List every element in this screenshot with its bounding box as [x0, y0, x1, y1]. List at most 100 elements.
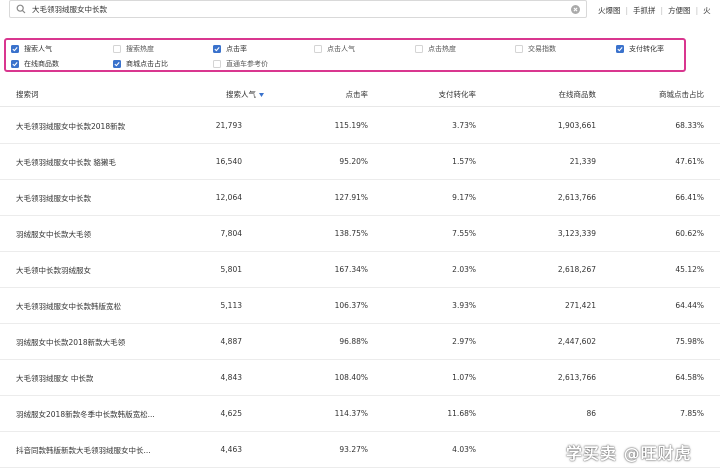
filter-label: 商城点击占比: [126, 60, 168, 68]
divider: |: [695, 5, 699, 15]
filter-click-rate[interactable]: 点击率: [213, 44, 247, 54]
cell-online-items: 86: [586, 409, 596, 418]
cell-keyword: 羽绒服女中长款2018新款大毛领: [16, 338, 126, 347]
cell-search-popularity: 4,625: [220, 409, 242, 418]
table-row[interactable]: 羽绒服女中长款大毛领 7,804 138.75% 7.55% 3,123,339…: [0, 215, 720, 252]
filter-label: 点击率: [226, 45, 247, 53]
checkbox-icon: [11, 45, 19, 53]
cell-keyword: 大毛领羽绒服女中长款韩版宽松: [16, 302, 121, 311]
cell-online-items: 2,618,267: [557, 265, 596, 274]
cell-search-popularity: 12,064: [215, 193, 242, 202]
checkbox-icon: [616, 45, 624, 53]
divider: |: [660, 5, 664, 15]
filter-search-popularity[interactable]: 搜索人气: [11, 44, 52, 54]
cell-mall-click-share: 7.85%: [680, 409, 704, 418]
column-header-keyword: 搜索词: [16, 90, 39, 99]
table-row[interactable]: 大毛领羽绒服女中长款韩版宽松 5,113 106.37% 3.93% 271,4…: [0, 287, 720, 324]
cell-click-rate: 114.37%: [334, 409, 368, 418]
metric-filter-panel: 搜索人气 搜索热度 点击率 点击人气 点击热度 交易指数 支付转化率 在线商品数…: [4, 38, 686, 72]
column-header-label: 搜索人气: [226, 90, 256, 99]
cell-keyword: 大毛领羽绒服女 中长款: [16, 374, 94, 383]
cell-payment-conversion: 3.93%: [452, 301, 476, 310]
cell-payment-conversion: 1.07%: [452, 373, 476, 382]
top-links: 火爆图 | 手抓拼 | 方便图 | 火: [598, 4, 711, 16]
top-link-2[interactable]: 手抓拼: [633, 5, 656, 16]
cell-payment-conversion: 1.57%: [452, 157, 476, 166]
table-row[interactable]: 大毛领羽绒服女中长款2018新款 21,793 115.19% 3.73% 1,…: [0, 107, 720, 144]
filter-search-heat[interactable]: 搜索热度: [113, 44, 154, 54]
table-row[interactable]: 羽绒服女中长款2018新款大毛领 4,887 96.88% 2.97% 2,44…: [0, 323, 720, 360]
filter-label: 点击人气: [327, 45, 355, 53]
table-header: 搜索词 搜索人气 点击率 支付转化率 在线商品数 商城点击占比: [0, 82, 720, 107]
cell-online-items: 2,613,766: [557, 193, 596, 202]
cell-payment-conversion: 9.17%: [452, 193, 476, 202]
cell-mall-click-share: 64.58%: [675, 373, 704, 382]
top-link-3[interactable]: 方便图: [668, 5, 691, 16]
checkbox-icon: [213, 60, 221, 68]
cell-click-rate: 127.91%: [334, 193, 368, 202]
cell-click-rate: 138.75%: [334, 229, 368, 238]
cell-keyword: 大毛领羽绒服女中长款: [16, 194, 91, 203]
cell-payment-conversion: 2.03%: [452, 265, 476, 274]
check-icon: [12, 62, 18, 67]
cell-keyword: 羽绒服女2018新款冬季中长款韩版宽松...: [16, 410, 155, 419]
checkbox-icon: [515, 45, 523, 53]
filter-online-items[interactable]: 在线商品数: [11, 59, 59, 69]
column-header-online-items[interactable]: 在线商品数: [559, 89, 597, 100]
table-row[interactable]: 大毛领中长款羽绒服女 5,801 167.34% 2.03% 2,618,267…: [0, 251, 720, 288]
cell-online-items: 21,339: [569, 157, 596, 166]
checkbox-icon: [415, 45, 423, 53]
cell-keyword: 抖音同款韩版新款大毛领羽绒服女中长...: [16, 446, 151, 455]
filter-label: 在线商品数: [24, 60, 59, 68]
cell-click-rate: 115.19%: [334, 121, 368, 130]
filter-trade-index[interactable]: 交易指数: [515, 44, 556, 54]
cell-click-rate: 93.27%: [339, 445, 368, 454]
checkbox-icon: [113, 60, 121, 68]
checkbox-icon: [314, 45, 322, 53]
clear-icon[interactable]: [571, 4, 580, 14]
check-icon: [617, 47, 623, 52]
cell-search-popularity: 4,843: [220, 373, 242, 382]
table-row[interactable]: 羽绒服女2018新款冬季中长款韩版宽松... 4,625 114.37% 11.…: [0, 395, 720, 432]
cell-search-popularity: 16,540: [215, 157, 242, 166]
cell-search-popularity: 4,887: [220, 337, 242, 346]
cell-online-items: 3,123,339: [557, 229, 596, 238]
table-row[interactable]: 大毛领羽绒服女中长款 12,064 127.91% 9.17% 2,613,76…: [0, 179, 720, 216]
top-link-1[interactable]: 火爆图: [598, 5, 621, 16]
cell-search-popularity: 5,801: [220, 265, 242, 274]
filter-payment-conversion[interactable]: 支付转化率: [616, 44, 664, 54]
cell-keyword: 大毛领羽绒服女中长款 貉獭毛: [16, 158, 116, 167]
filter-click-popularity[interactable]: 点击人气: [314, 44, 355, 54]
cell-mall-click-share: 75.98%: [675, 337, 704, 346]
search-input[interactable]: 大毛领羽绒服女中长款: [9, 0, 587, 18]
column-header-click-rate[interactable]: 点击率: [346, 89, 369, 100]
table-row[interactable]: 大毛领羽绒服女 中长款 4,843 108.40% 1.07% 2,613,76…: [0, 359, 720, 396]
check-icon: [12, 47, 18, 52]
cell-keyword: 大毛领中长款羽绒服女: [16, 266, 91, 275]
cell-payment-conversion: 2.97%: [452, 337, 476, 346]
top-link-4[interactable]: 火: [703, 5, 711, 16]
watermark: 学买卖 @旺财虎: [566, 444, 692, 463]
cell-keyword: 大毛领羽绒服女中长款2018新款: [16, 122, 126, 131]
column-header-search-popularity[interactable]: 搜索人气: [226, 89, 264, 100]
column-header-payment-conversion[interactable]: 支付转化率: [439, 89, 477, 100]
checkbox-icon: [213, 45, 221, 53]
checkbox-icon: [11, 60, 19, 68]
filter-label: 点击热度: [428, 45, 456, 53]
filter-mall-click-share[interactable]: 商城点击占比: [113, 59, 168, 69]
cell-click-rate: 167.34%: [334, 265, 368, 274]
cell-click-rate: 106.37%: [334, 301, 368, 310]
column-header-mall-click-share[interactable]: 商城点击占比: [659, 89, 704, 100]
checkbox-icon: [113, 45, 121, 53]
cell-search-popularity: 4,463: [220, 445, 242, 454]
table-row[interactable]: 大毛领羽绒服女中长款 貉獭毛 16,540 95.20% 1.57% 21,33…: [0, 143, 720, 180]
filter-click-heat[interactable]: 点击热度: [415, 44, 456, 54]
cell-search-popularity: 21,793: [215, 121, 242, 130]
filter-ztc-reference-price[interactable]: 直通车参考价: [213, 59, 268, 69]
check-icon: [214, 47, 220, 52]
sort-descending-icon[interactable]: [259, 92, 264, 98]
cell-keyword: 羽绒服女中长款大毛领: [16, 230, 91, 239]
filter-label: 搜索人气: [24, 45, 52, 53]
cell-mall-click-share: 66.41%: [675, 193, 704, 202]
cell-mall-click-share: 47.61%: [675, 157, 704, 166]
